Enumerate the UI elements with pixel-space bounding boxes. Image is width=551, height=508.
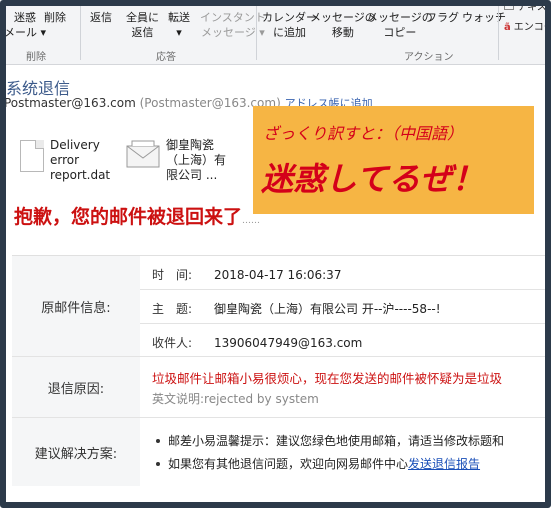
reason-english: 英文说明:rejected by system — [152, 392, 319, 406]
bounce-table: 原邮件信息: 退信原因: 建议解决方案: 时 间: 2018-04-17 16:0… — [12, 255, 551, 486]
sender-name: Postmaster@163.com — [4, 96, 136, 110]
move-message-button[interactable]: メッセージの 移動 — [310, 10, 376, 40]
encoding-button[interactable]: ã エンコー — [504, 20, 551, 35]
subject-field: 主 题: 御皇陶瓷（上海）有限公司 开--沪----58--! — [152, 302, 441, 316]
copy-message-button[interactable]: メッセージの コピー — [367, 10, 433, 40]
translation-note: ざっくり訳すと：（中国語） 迷惑してるぜ！ — [253, 106, 534, 214]
suggestion-label: 建议解决方案: — [12, 418, 140, 486]
text-option[interactable]: テキス — [504, 0, 547, 15]
bullet-icon — [156, 439, 160, 443]
flag-button[interactable]: フラグ — [426, 10, 459, 25]
watch-button[interactable]: ウォッチ — [462, 10, 506, 25]
original-info-label: 原邮件信息: — [12, 256, 140, 356]
checkbox-icon — [504, 0, 514, 10]
ribbon-divider — [256, 4, 257, 60]
encoding-icon: ã — [504, 22, 511, 33]
group-label-delete: 削除 — [26, 52, 46, 63]
bullet-icon — [156, 462, 160, 466]
suggestion-item: 如果您有其他退信问题，欢迎向网易邮件中心发送退信报告 — [152, 455, 480, 472]
add-calendar-button[interactable]: カレンダー に追加 — [262, 10, 317, 40]
recipient-field: 收件人: 13906047949@163.com — [152, 336, 363, 350]
ribbon-divider — [498, 4, 499, 60]
bounce-title: 抱歉，您的邮件被退回来了…… — [14, 206, 261, 228]
junk-button[interactable]: 迷惑 メール ▾ — [4, 10, 46, 40]
attachment-delivery-report[interactable]: Delivery error report.dat — [50, 138, 110, 183]
reply-all-button[interactable]: 全員に 返信 — [126, 10, 159, 40]
forward-button[interactable]: 転送 ▾ — [168, 10, 190, 40]
attachment-original-message[interactable]: 御皇陶瓷 （上海）有 限公司 ... — [166, 138, 226, 183]
send-report-link[interactable]: 发送退信报告 — [408, 457, 480, 471]
reason-text: 垃圾邮件让邮箱小易很烦心，现在您发送的邮件被怀疑为是垃圾 — [152, 371, 503, 386]
note-headline: 迷惑してるぜ！ — [261, 160, 485, 198]
ribbon: 迷惑 メール ▾ 削除 削除 返信 全員に 返信 転送 ▾ インスタント メッセ… — [0, 0, 551, 65]
time-field: 时 间: 2018-04-17 16:06:37 — [152, 268, 342, 282]
delete-button[interactable]: 削除 — [44, 10, 66, 25]
row-divider — [140, 323, 551, 324]
group-label-respond: 応答 — [156, 52, 176, 63]
row-divider — [140, 289, 551, 290]
reply-button[interactable]: 返信 — [90, 10, 112, 25]
reason-label: 退信原因: — [12, 357, 140, 417]
suggestion-item: 邮差小易温馨提示：建议您绿色地使用邮箱，请适当修改标题和 — [152, 432, 504, 449]
file-icon — [20, 140, 44, 172]
envelope-icon — [126, 140, 160, 168]
group-label-action: アクション — [404, 52, 454, 63]
note-caption: ざっくり訳すと：（中国語） — [263, 124, 464, 143]
ribbon-divider — [80, 4, 81, 60]
